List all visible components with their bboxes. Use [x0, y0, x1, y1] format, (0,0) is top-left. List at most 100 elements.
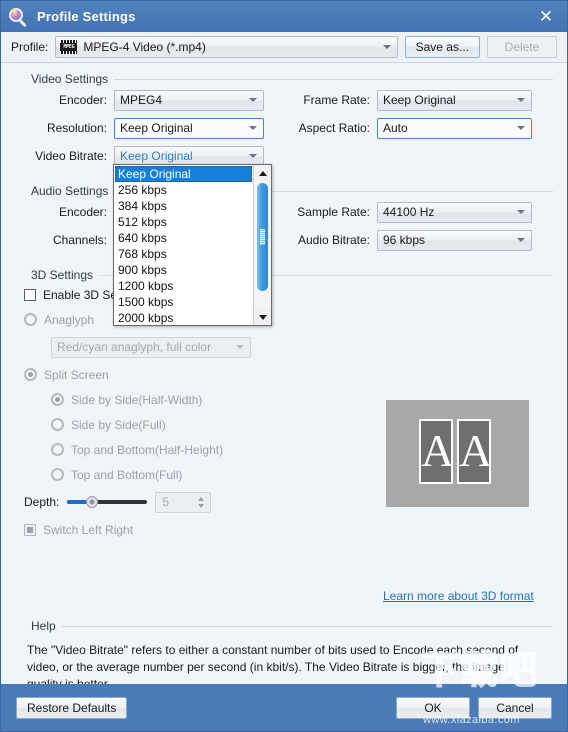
- sample-rate-select[interactable]: 44100 Hz: [377, 201, 532, 223]
- mode-label-0: Side by Side(Half-Width): [71, 392, 203, 407]
- audio-settings-group-header: Audio Settings: [15, 170, 553, 198]
- video-bitrate-options[interactable]: Keep Original 256 kbps 384 kbps 512 kbps…: [114, 165, 253, 325]
- 3d-settings-group-header: 3D Settings: [15, 254, 553, 282]
- dialog-body: Video Settings Encoder: MPEG4 Resolution…: [1, 63, 567, 691]
- chevron-down-icon: [249, 126, 257, 130]
- video-settings-group-header: Video Settings: [15, 63, 553, 86]
- bitrate-option-0[interactable]: Keep Original: [115, 166, 252, 182]
- resolution-select[interactable]: Keep Original: [114, 117, 264, 139]
- bitrate-option-6[interactable]: 900 kbps: [115, 262, 253, 278]
- bitrate-option-3[interactable]: 512 kbps: [115, 214, 253, 230]
- resolution-label: Resolution:: [46, 121, 107, 135]
- triangle-up-icon: [258, 170, 267, 176]
- switch-left-right-row: Switch Left Right: [15, 517, 553, 542]
- ok-button[interactable]: OK: [396, 696, 470, 719]
- mpeg-film-icon-label: MPEG: [63, 44, 75, 50]
- depth-stepper: 5: [155, 491, 212, 513]
- resolution-value: Keep Original: [120, 121, 193, 135]
- bitrate-option-4[interactable]: 640 kbps: [115, 230, 253, 246]
- bitrate-option-7[interactable]: 1200 kbps: [115, 278, 253, 294]
- frame-rate-row: Frame Rate: Keep Original: [284, 86, 553, 114]
- chevron-down-icon: [517, 98, 525, 102]
- radio-icon: [51, 393, 64, 406]
- audio-settings-title: Audio Settings: [31, 184, 109, 198]
- chevron-down-icon: [517, 238, 525, 242]
- checkbox-icon[interactable]: [24, 288, 36, 301]
- audio-bitrate-select[interactable]: 96 kbps: [377, 229, 532, 251]
- video-settings-rows: Encoder: MPEG4 Resolution: Keep Original…: [15, 86, 553, 170]
- triangle-down-icon: [258, 314, 267, 320]
- profile-bar: Profile: MPEG MPEG-4 Video (*.mp4) Save …: [1, 32, 567, 63]
- split-screen-radio-row: Split Screen: [15, 362, 553, 387]
- aspect-ratio-label: Aspect Ratio:: [298, 121, 370, 135]
- video-encoder-select[interactable]: MPEG4: [114, 89, 264, 111]
- radio-icon: [51, 443, 64, 456]
- chevron-down-icon: [236, 345, 244, 349]
- anaglyph-select-row: Red/cyan anaglyph, full color: [15, 332, 553, 362]
- chevron-down-icon: [382, 45, 391, 49]
- frame-rate-label: Frame Rate:: [303, 93, 370, 107]
- title-bar: ✦ Profile Settings ✕: [1, 1, 567, 32]
- chevron-down-icon: [517, 210, 525, 214]
- save-as-button[interactable]: Save as...: [404, 36, 480, 58]
- video-encoder-label: Encoder:: [58, 93, 107, 107]
- audio-encoder-label: Encoder:: [58, 205, 107, 219]
- cancel-button[interactable]: Cancel: [478, 696, 552, 719]
- chevron-down-icon: [249, 154, 257, 158]
- anaglyph-value: Red/cyan anaglyph, full color: [57, 340, 212, 354]
- checkbox-icon: [24, 523, 36, 536]
- depth-slider[interactable]: [67, 495, 148, 509]
- profile-select-value: MPEG-4 Video (*.mp4): [83, 40, 206, 54]
- group-divider: [114, 78, 553, 80]
- sample-rate-row: Sample Rate: 44100 Hz: [284, 198, 553, 226]
- anaglyph-select: Red/cyan anaglyph, full color: [51, 336, 251, 358]
- profile-select[interactable]: MPEG MPEG-4 Video (*.mp4): [55, 36, 398, 58]
- frame-rate-select[interactable]: Keep Original: [377, 89, 532, 111]
- scroll-up-button[interactable]: [254, 165, 271, 181]
- window-title: Profile Settings: [37, 9, 136, 24]
- aspect-ratio-select[interactable]: Auto: [377, 117, 532, 139]
- help-group: Help The "Video Bitrate" refers to eithe…: [15, 619, 553, 693]
- profile-settings-dialog: ✦ Profile Settings ✕ Profile: MPEG MPEG-…: [0, 0, 568, 732]
- chevron-down-icon: [517, 126, 525, 130]
- help-title: Help: [31, 619, 56, 633]
- enable-3d-checkbox-row[interactable]: Enable 3D Settings: [15, 282, 553, 307]
- help-group-header: Help: [15, 619, 553, 633]
- video-settings-title: Video Settings: [31, 72, 109, 86]
- audio-bitrate-row: Audio Bitrate: 96 kbps: [284, 226, 553, 254]
- scroll-down-button[interactable]: [254, 309, 271, 325]
- video-bitrate-dropdown-list[interactable]: Keep Original 256 kbps 384 kbps 512 kbps…: [113, 164, 272, 326]
- mode-label-1: Side by Side(Full): [71, 417, 166, 432]
- radio-icon: [51, 468, 64, 481]
- audio-bitrate-label: Audio Bitrate:: [297, 233, 370, 247]
- depth-slider-knob[interactable]: [86, 496, 99, 508]
- profile-label: Profile:: [11, 40, 49, 54]
- radio-icon: [24, 368, 37, 381]
- group-divider: [61, 625, 553, 627]
- scrollbar-thumb[interactable]: [257, 183, 268, 291]
- bitrate-option-2[interactable]: 384 kbps: [115, 198, 253, 214]
- radio-icon: [51, 418, 64, 431]
- bitrate-option-9[interactable]: 2000 kbps: [115, 310, 253, 325]
- switch-left-right-label: Switch Left Right: [43, 522, 134, 537]
- bitrate-option-8[interactable]: 1500 kbps: [115, 294, 253, 310]
- mpeg-film-icon: MPEG: [60, 40, 78, 54]
- aspect-ratio-value: Auto: [383, 121, 408, 135]
- radio-icon: [24, 313, 37, 326]
- video-bitrate-value: Keep Original: [120, 149, 193, 163]
- anaglyph-radio-row: Anaglyph: [15, 307, 553, 332]
- split-screen-label: Split Screen: [44, 367, 109, 382]
- audio-channels-label: Channels:: [52, 233, 107, 247]
- restore-defaults-button[interactable]: Restore Defaults: [16, 696, 128, 719]
- resolution-row: Resolution: Keep Original: [15, 114, 284, 142]
- aspect-ratio-row: Aspect Ratio: Auto: [284, 114, 553, 142]
- bitrate-option-5[interactable]: 768 kbps: [115, 246, 253, 262]
- depth-value: 5: [162, 494, 170, 509]
- dropdown-scrollbar[interactable]: [253, 165, 271, 325]
- anaglyph-label: Anaglyph: [44, 312, 95, 327]
- 3d-settings-title: 3D Settings: [31, 268, 94, 282]
- close-icon[interactable]: ✕: [533, 5, 559, 29]
- sample-rate-value: 44100 Hz: [383, 205, 435, 219]
- learn-more-3d-link[interactable]: Learn more about 3D format: [383, 589, 534, 603]
- bitrate-option-1[interactable]: 256 kbps: [115, 182, 253, 198]
